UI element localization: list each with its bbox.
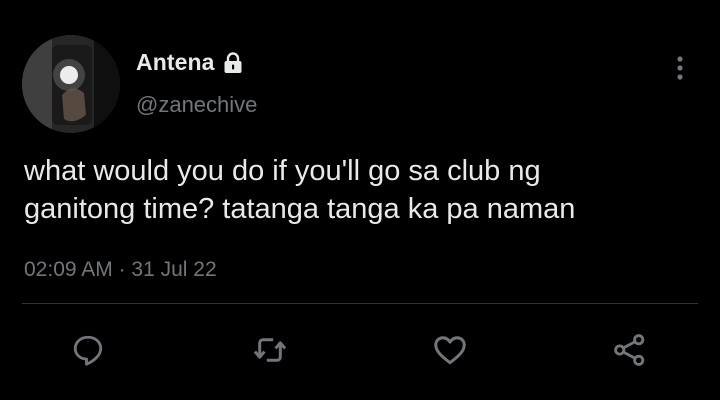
more-vertical-icon[interactable] (670, 54, 690, 82)
display-name[interactable]: Antena (136, 49, 215, 76)
share-button[interactable] (610, 330, 650, 370)
like-button[interactable] (430, 330, 470, 370)
divider (22, 303, 698, 304)
tweet-time: 02:09 AM (24, 258, 113, 281)
reply-icon (73, 335, 103, 366)
share-icon (614, 334, 645, 366)
meta-separator: · (118, 258, 126, 281)
retweet-icon (253, 338, 287, 362)
avatar-photo (22, 35, 120, 133)
lock-icon (221, 51, 245, 75)
heart-icon (434, 336, 466, 365)
tweet-text: what would you do if you'll go sa club n… (24, 155, 576, 225)
author-handle[interactable]: @zanechive (136, 92, 257, 118)
tweet: Antena @zanechive what would you do if y… (0, 0, 720, 400)
avatar[interactable] (22, 35, 120, 133)
reply-button[interactable] (68, 330, 108, 370)
author-name-row: Antena (136, 49, 245, 76)
action-bar (0, 330, 720, 374)
tweet-date: 31 Jul 22 (131, 258, 217, 281)
tweet-timestamp[interactable]: 02:09 AM · 31 Jul 22 (24, 258, 217, 282)
retweet-button[interactable] (250, 330, 290, 370)
